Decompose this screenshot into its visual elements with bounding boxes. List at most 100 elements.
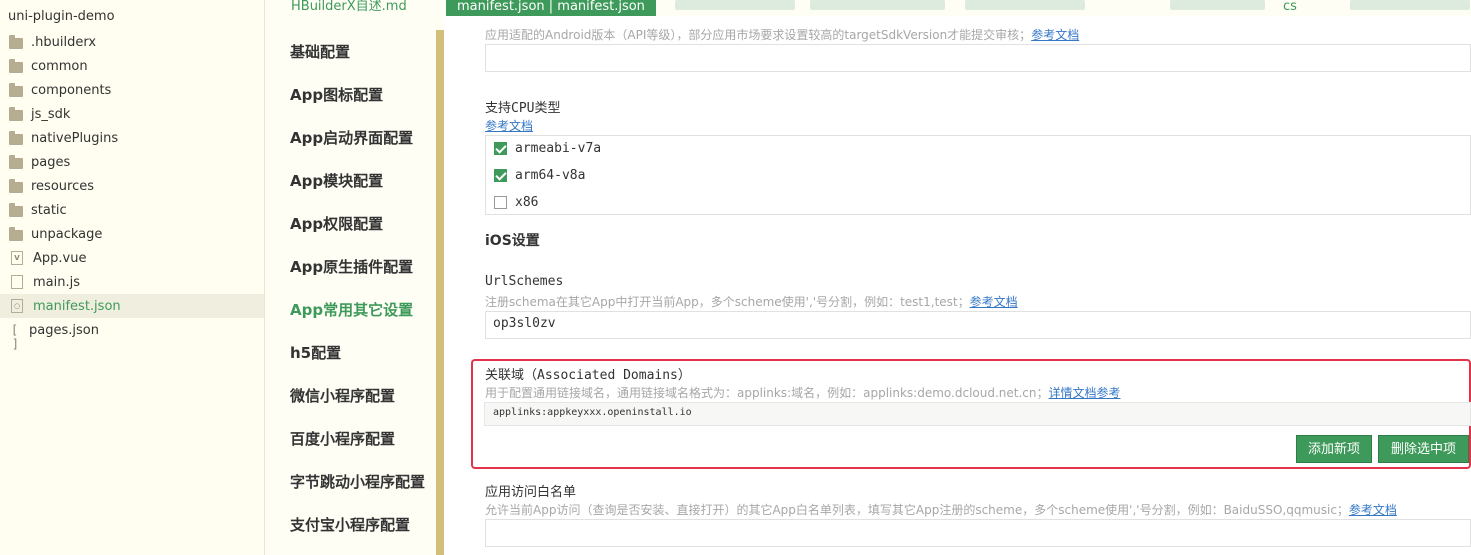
nav-item[interactable]: 基础配置 (290, 41, 350, 62)
cpu-option-x86[interactable]: x86 (494, 192, 538, 212)
urlschemes-doc-link[interactable]: 参考文档 (970, 295, 1018, 309)
sdk-hint-link[interactable]: 参考文档 (1031, 28, 1079, 42)
cpu-label: 支持CPU类型 (485, 101, 561, 116)
folder-icon (9, 106, 23, 121)
tree-item-label: App.vue (33, 250, 87, 266)
tree-item[interactable]: main.js (0, 270, 264, 294)
manifest-settings-panel: 应用适配的Android版本（API等级），部分应用市场要求设置较高的targe… (444, 16, 1471, 555)
tab-cs[interactable]: cs (1283, 0, 1297, 16)
folder-icon (9, 58, 23, 73)
project-root[interactable]: uni-plugin-demo (8, 9, 115, 24)
tree-item[interactable]: js_sdk (0, 102, 264, 126)
nav-item[interactable]: App原生插件配置 (290, 256, 413, 277)
tree-item-label: nativePlugins (31, 130, 119, 146)
urlschemes-hint-text: 注册schema在其它App中打开当前App，多个scheme使用','号分割，… (485, 295, 970, 309)
tree-item[interactable]: nativePlugins (0, 126, 264, 150)
tab-blurred[interactable] (1350, 0, 1470, 10)
nav-item[interactable]: 微信小程序配置 (290, 385, 395, 406)
project-explorer: uni-plugin-demo .hbuilderx common componen… (0, 0, 265, 555)
checkbox[interactable] (494, 141, 507, 155)
tree-item-label: pages.json (29, 322, 99, 338)
tab-readme[interactable]: HBuilderX自述.md (291, 0, 407, 16)
config-nav: 基础配置 App图标配置 App启动界面配置 App模块配置 App权限配置 App原生插… (265, 16, 435, 555)
nav-item[interactable]: App常用其它设置 (290, 299, 413, 320)
urlschemes-hint: 注册schema在其它App中打开当前App，多个scheme使用','号分割，… (485, 293, 1018, 310)
tree-item[interactable]: common (0, 54, 264, 78)
associated-domains-label: 关联域（Associated Domains） (485, 368, 691, 383)
tree-item-label: main.js (33, 274, 80, 290)
editor-tab-bar: HBuilderX自述.md manifest.json | manifest.… (265, 0, 1471, 16)
tree-item[interactable]: [ ] pages.json (0, 318, 264, 352)
cpu-doc-link[interactable]: 参考文档 (485, 119, 533, 133)
json-file-icon: [ ] (12, 323, 18, 351)
file-icon (11, 275, 23, 289)
tree-item-label: unpackage (31, 226, 103, 242)
tree-item[interactable]: pages (0, 150, 264, 174)
folder-icon (9, 202, 23, 217)
nav-item[interactable]: App权限配置 (290, 213, 383, 234)
associated-domains-doc-link[interactable]: 详情文档参考 (1049, 386, 1121, 400)
tree-item-label: common (31, 58, 88, 74)
tree-item-label: manifest.json (33, 298, 121, 314)
delete-selected-button[interactable]: 删除选中项 (1378, 435, 1469, 463)
tab-blurred[interactable] (675, 0, 795, 10)
nav-item[interactable]: App图标配置 (290, 84, 383, 105)
associated-domain-row[interactable]: applinks:appkeyxxx.openinstall.io (484, 402, 1471, 426)
nav-item[interactable]: 支付宝小程序配置 (290, 514, 410, 535)
add-item-button[interactable]: 添加新项 (1296, 435, 1372, 463)
tree-item[interactable]: .hbuilderx (0, 30, 264, 54)
whitelist-hint: 允许当前App访问（查询是否安装、直接打开）的其它App白名单列表，填写其它Ap… (485, 501, 1397, 518)
associated-domain-value: applinks:appkeyxxx.openinstall.io (493, 407, 692, 418)
cpu-option-label: arm64-v8a (515, 167, 586, 183)
tree-item[interactable]: resources (0, 174, 264, 198)
checkbox[interactable] (494, 168, 507, 182)
tab-blurred[interactable] (810, 0, 945, 10)
cpu-option-armeabi-v7a[interactable]: armeabi-v7a (494, 138, 601, 158)
tree-item[interactable]: static (0, 198, 264, 222)
tree-item-label: pages (31, 154, 71, 170)
tree-item-label: components (31, 82, 112, 98)
cpu-option-label: armeabi-v7a (515, 140, 602, 156)
tree-item[interactable]: components (0, 78, 264, 102)
whitelist-hint-text: 允许当前App访问（查询是否安装、直接打开）的其它App白名单列表，填写其它Ap… (485, 503, 1349, 517)
urlschemes-label: UrlSchemes (485, 274, 564, 289)
folder-icon (9, 130, 23, 145)
nav-item[interactable]: h5配置 (290, 342, 341, 363)
whitelist-doc-link[interactable]: 参考文档 (1349, 503, 1397, 517)
nav-item[interactable]: 百度小程序配置 (290, 428, 395, 449)
cpu-option-label: x86 (515, 194, 539, 210)
tab-blurred[interactable] (1170, 0, 1265, 10)
nav-item[interactable]: App模块配置 (290, 170, 383, 191)
tree-item-label: resources (31, 178, 95, 194)
sdk-hint-text: 应用适配的Android版本（API等级），部分应用市场要求设置较高的targe… (485, 28, 1032, 42)
tab-manifest[interactable]: manifest.json | manifest.json (446, 0, 656, 16)
folder-icon (9, 226, 23, 241)
folder-icon (9, 82, 23, 97)
nav-item[interactable]: App启动界面配置 (290, 127, 413, 148)
folder-icon (9, 154, 23, 169)
checkbox[interactable] (494, 195, 507, 209)
target-sdk-input[interactable] (485, 44, 1471, 72)
tree-item[interactable]: ○ manifest.json (0, 294, 264, 318)
tree-item-label: static (31, 202, 67, 218)
urlschemes-input[interactable]: op3sl0zv (485, 311, 1471, 339)
whitelist-label: 应用访问白名单 (485, 485, 577, 500)
sdk-hint: 应用适配的Android版本（API等级），部分应用市场要求设置较高的targe… (485, 26, 1079, 43)
folder-icon (9, 178, 23, 193)
nav-scrollbar[interactable] (436, 30, 444, 555)
folder-icon (9, 34, 23, 49)
urlschemes-value: op3sl0zv (493, 316, 556, 331)
associated-domains-hint-text: 用于配置通用链接域名，通用链接域名格式为：applinks:域名，例如：appl… (485, 386, 1049, 400)
cpu-link-wrap: 参考文档 (485, 117, 533, 134)
tree-item[interactable]: V App.vue (0, 246, 264, 270)
nav-item[interactable]: 字节跳动小程序配置 (290, 471, 425, 492)
tab-blurred[interactable] (965, 0, 1085, 10)
tree-item[interactable]: unpackage (0, 222, 264, 246)
tree-item-label: js_sdk (31, 106, 71, 122)
manifest-file-icon: ○ (11, 299, 23, 313)
cpu-option-arm64-v8a[interactable]: arm64-v8a (494, 165, 585, 185)
whitelist-input[interactable] (485, 519, 1471, 547)
tree-item-label: .hbuilderx (31, 34, 97, 50)
cpu-checkbox-group (485, 135, 1471, 215)
ios-section-title: iOS设置 (485, 233, 540, 249)
